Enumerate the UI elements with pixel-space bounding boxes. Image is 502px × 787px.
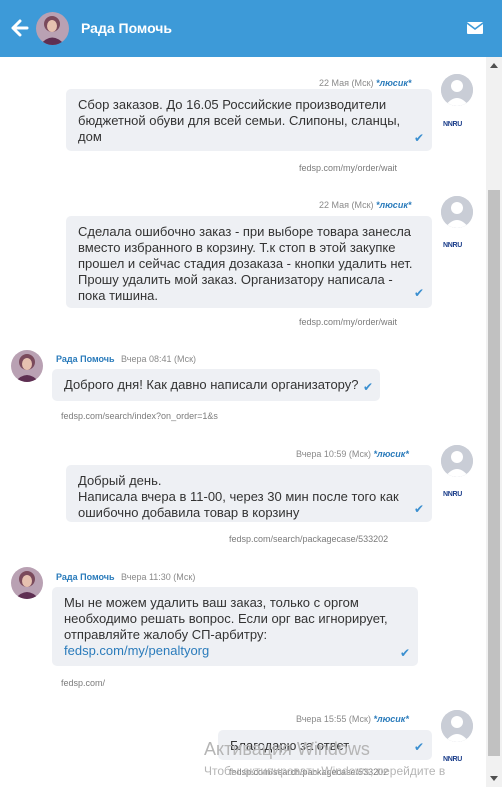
contact-avatar[interactable] [11, 567, 43, 599]
check-icon: ✔ [414, 286, 425, 300]
message-author[interactable]: Рада Помочь [56, 354, 115, 364]
check-icon: ✔ [363, 380, 374, 394]
user-avatar[interactable] [441, 445, 473, 477]
check-icon: ✔ [414, 502, 425, 516]
back-arrow-icon[interactable] [11, 18, 29, 38]
message-source-link[interactable]: fedsp.com/my/order/wait [299, 317, 397, 327]
message-bubble: Сделала ошибочно заказ - при выборе това… [66, 216, 432, 308]
brand-logo: NNRU [443, 491, 463, 498]
message-author[interactable]: *люсик* [376, 78, 411, 88]
message-source-link[interactable]: fedsp.com/search/packagecase/533202 [229, 534, 388, 544]
message-bubble: Благодарю за ответ [218, 730, 432, 760]
message-author[interactable]: *люсик* [376, 200, 411, 210]
message-meta: Рада Помочь Вчера 11:30 (Мск) [56, 572, 195, 582]
message-source-link[interactable]: fedsp.com/search/index?on_order=1&s [61, 411, 218, 421]
message-bubble: Сбор заказов. До 16.05 Российские произв… [66, 89, 432, 151]
check-icon: ✔ [414, 740, 425, 754]
message-text: Сделала ошибочно заказ - при выборе това… [78, 224, 413, 303]
message-date: Вчера 10:59 (Мск) [296, 449, 371, 459]
message-meta: 22 Мая (Мск) *люсик* [319, 200, 411, 210]
user-avatar[interactable] [441, 710, 473, 742]
message-text: Благодарю за ответ [230, 738, 350, 753]
message-text: Доброго дня! Как давно написали организа… [64, 377, 359, 392]
message-source-link[interactable]: fedsp.com/search/packagecase/533202 [229, 767, 388, 777]
message-date: 22 Мая (Мск) [319, 78, 374, 88]
message-meta: Вчера 15:55 (Мск) *люсик* [296, 714, 409, 724]
message-meta: Вчера 10:59 (Мск) *люсик* [296, 449, 409, 459]
message-meta: Рада Помочь Вчера 08:41 (Мск) [56, 354, 196, 364]
scroll-down-arrow-icon[interactable] [486, 771, 502, 787]
message-source-link[interactable]: fedsp.com/ [61, 678, 105, 688]
brand-logo: NNRU [443, 242, 463, 249]
user-avatar[interactable] [441, 74, 473, 106]
message-text: Сбор заказов. До 16.05 Российские произв… [78, 97, 401, 144]
chat-messages: 22 Мая (Мск) *люсик* NNRU Сбор заказов. … [0, 57, 486, 787]
chat-header: Рада Помочь [0, 0, 502, 57]
message-text-line2: Написала вчера в 11-00, через 30 мин пос… [78, 489, 399, 520]
message-author[interactable]: *люсик* [373, 714, 408, 724]
message-author[interactable]: *люсик* [373, 449, 408, 459]
contact-name[interactable]: Рада Помочь [81, 20, 172, 36]
message-source-link[interactable]: fedsp.com/my/order/wait [299, 163, 397, 173]
message-meta: 22 Мая (Мск) *люсик* [319, 78, 411, 88]
message-date: Вчера 15:55 (Мск) [296, 714, 371, 724]
brand-logo: NNRU [443, 756, 463, 763]
message-date: 22 Мая (Мск) [319, 200, 374, 210]
chat-scrollbar[interactable] [486, 57, 502, 787]
message-bubble: Добрый день. Написала вчера в 11-00, чер… [66, 465, 432, 522]
message-date: Вчера 11:30 (Мск) [121, 572, 196, 582]
check-icon: ✔ [400, 646, 411, 660]
penalty-link[interactable]: fedsp.com/my/penaltyorg [64, 643, 209, 658]
user-avatar[interactable] [441, 196, 473, 228]
message-bubble: Мы не можем удалить ваш заказ, только с … [52, 587, 418, 666]
message-bubble: Доброго дня! Как давно написали организа… [52, 369, 380, 401]
scroll-up-arrow-icon[interactable] [486, 57, 502, 73]
contact-avatar[interactable] [36, 12, 69, 45]
contact-avatar[interactable] [11, 350, 43, 382]
message-text: Мы не можем удалить ваш заказ, только с … [64, 595, 388, 642]
brand-logo: NNRU [443, 121, 463, 128]
message-date: Вчера 08:41 (Мск) [121, 354, 197, 364]
check-icon: ✔ [414, 131, 425, 145]
envelope-icon[interactable] [466, 20, 484, 36]
message-author[interactable]: Рада Помочь [56, 572, 115, 582]
message-text-line1: Добрый день. [78, 473, 162, 488]
scroll-thumb[interactable] [488, 190, 500, 756]
